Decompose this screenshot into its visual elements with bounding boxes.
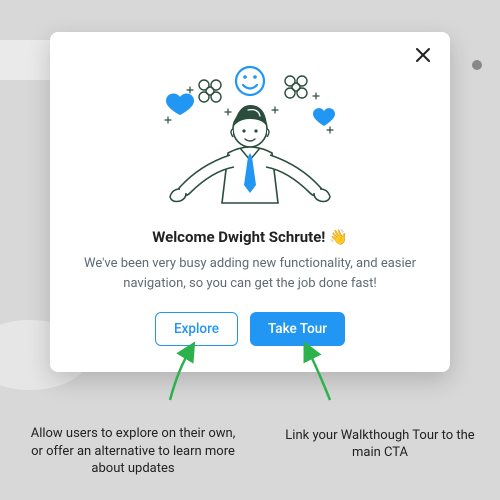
close-icon bbox=[415, 47, 431, 67]
arrow-left-icon bbox=[150, 345, 200, 409]
welcome-illustration bbox=[76, 54, 424, 214]
annotation-tour: Link your Walkthough Tour to the main CT… bbox=[280, 427, 480, 462]
close-button[interactable] bbox=[412, 46, 434, 68]
annotation-explore: Allow users to explore on their own, or … bbox=[28, 425, 238, 478]
arrow-right-icon bbox=[300, 345, 350, 409]
backdrop-decoration-dot bbox=[472, 60, 482, 70]
modal-button-row: Explore Take Tour bbox=[76, 312, 424, 346]
welcome-modal: Welcome Dwight Schrute! 👋 We've been ver… bbox=[50, 32, 450, 372]
explore-button[interactable]: Explore bbox=[155, 312, 238, 346]
modal-description: We've been very busy adding new function… bbox=[76, 254, 424, 294]
modal-title: Welcome Dwight Schrute! 👋 bbox=[76, 228, 424, 246]
annotation-layer: Allow users to explore on their own, or … bbox=[0, 380, 500, 500]
take-tour-button[interactable]: Take Tour bbox=[250, 312, 345, 346]
